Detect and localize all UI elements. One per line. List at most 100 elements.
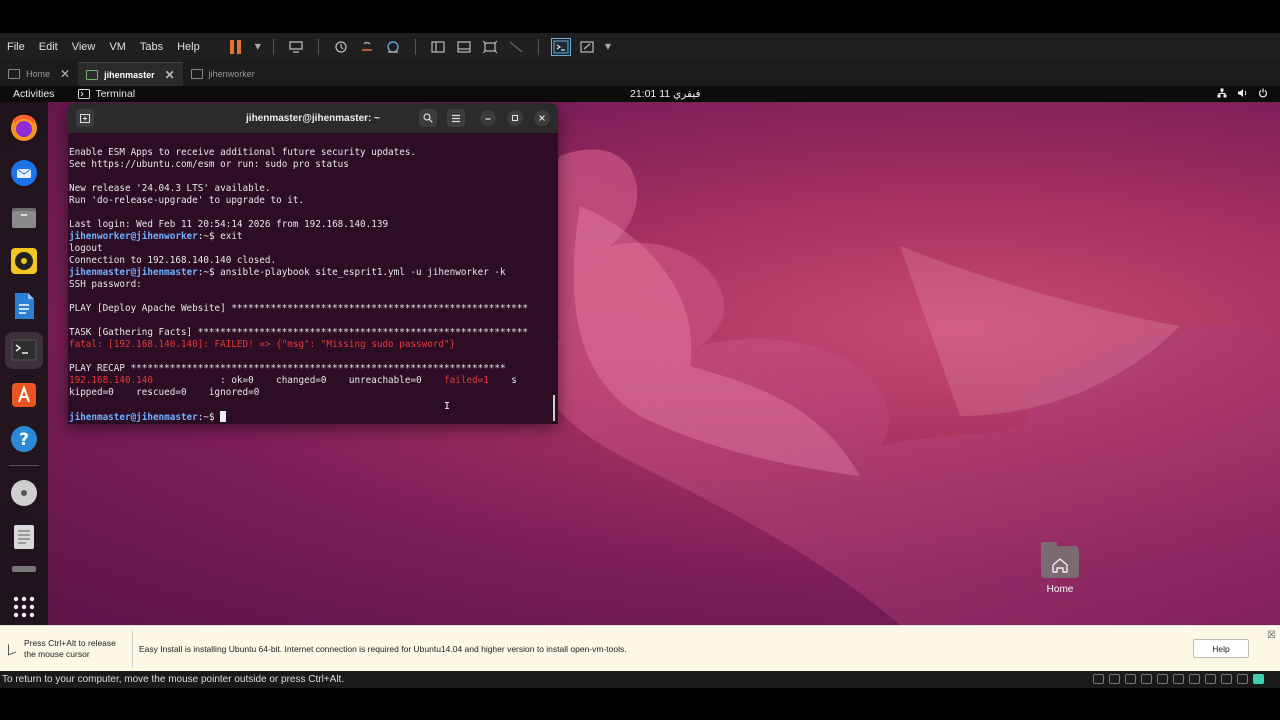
vm-tab-home[interactable]: Home ✕ <box>0 62 78 86</box>
clock[interactable]: 21:01 فيفري 11 <box>630 88 701 100</box>
hamburger-menu-icon[interactable] <box>447 109 465 127</box>
terminal-line: PLAY RECAP *****************************… <box>69 363 558 375</box>
rhythmbox-icon <box>11 248 37 275</box>
easy-install-message: Easy Install is installing Ubuntu 64-bit… <box>139 643 627 654</box>
vmware-toolbar: ▼ ▼ <box>227 37 611 56</box>
disc-icon <box>11 479 37 506</box>
menu-file[interactable]: File <box>0 41 32 53</box>
terminal-scrollbar[interactable] <box>553 395 555 421</box>
terminal-line-text: PLAY RECAP *****************************… <box>69 363 506 374</box>
terminal-line: jihenmaster@jihenmaster:~$ ansible-playb… <box>69 267 558 279</box>
console-view-icon[interactable] <box>550 37 571 56</box>
menu-vm[interactable]: VM <box>102 41 133 53</box>
usb-icon[interactable] <box>1173 674 1184 684</box>
dock-firefox[interactable] <box>5 110 43 146</box>
snapshot-manager-icon[interactable] <box>383 38 403 56</box>
terminal-line-text: kipped=0 rescued=0 ignored=0 <box>69 387 260 398</box>
stretch-dropdown-icon[interactable]: ▼ <box>605 42 611 51</box>
display-icon[interactable] <box>1221 674 1232 684</box>
help-button[interactable]: Help <box>1193 639 1249 658</box>
tab-close-icon[interactable]: ✕ <box>60 67 70 81</box>
system-tray[interactable] <box>1217 88 1268 101</box>
dock-dvd[interactable] <box>5 474 43 510</box>
dock-files[interactable] <box>5 199 43 235</box>
app-center-icon <box>12 382 36 407</box>
terminal-header-bar[interactable]: jihenmaster@jihenmaster: ~ <box>68 103 558 133</box>
status-text: To return to your computer, move the mou… <box>2 674 345 685</box>
show-apps-button[interactable] <box>5 589 43 625</box>
terminal-line: jihenworker@jihenworker:~$ exit <box>69 231 558 243</box>
menu-help[interactable]: Help <box>170 41 207 53</box>
cd-dvd-2-icon[interactable] <box>1125 674 1136 684</box>
dock-libreoffice-writer[interactable] <box>5 288 43 324</box>
guest-screen[interactable]: Activities Terminal 21:01 فيفري 11 ? Hom… <box>0 86 1280 625</box>
floppy-icon[interactable] <box>1141 674 1152 684</box>
notification-close-icon[interactable]: ☒ <box>1267 630 1276 641</box>
search-icon[interactable] <box>419 109 437 127</box>
terminal-line: jihenmaster@jihenmaster:~$ <box>69 411 558 423</box>
menu-edit[interactable]: Edit <box>32 41 65 53</box>
snapshot-icon[interactable] <box>331 38 351 56</box>
network-adapter-icon[interactable] <box>1157 674 1168 684</box>
fullscreen-icon[interactable] <box>480 38 500 56</box>
revert-snapshot-icon[interactable] <box>357 38 377 56</box>
volume-icon <box>1237 88 1248 101</box>
stretch-view-icon[interactable] <box>577 38 597 56</box>
menu-tabs[interactable]: Tabs <box>133 41 170 53</box>
thumbnail-view-icon[interactable] <box>454 38 474 56</box>
minimize-icon[interactable] <box>480 110 496 126</box>
terminal-line-text: logout <box>69 243 103 254</box>
terminal-line: TASK [Gathering Facts] *****************… <box>69 327 558 339</box>
terminal-error-text: fatal: [192.168.140.140]: FAILED! => {"m… <box>69 339 456 350</box>
cd-dvd-icon[interactable] <box>1109 674 1120 684</box>
message-log-icon[interactable] <box>1237 674 1248 684</box>
dock-rhythmbox[interactable] <box>5 243 43 279</box>
dock-terminal[interactable] <box>5 332 43 369</box>
terminal-line-text: Run 'do-release-upgrade' to upgrade to i… <box>69 195 305 206</box>
cursor-hint-text: Press Ctrl+Alt to release the mouse curs… <box>24 637 116 659</box>
vm-tab-jihenworker[interactable]: jihenworker <box>183 62 263 86</box>
terminal-line: Last login: Wed Feb 11 20:54:14 2026 fro… <box>69 219 558 231</box>
activities-button[interactable]: Activities <box>0 88 54 100</box>
vm-status-icon[interactable] <box>1253 674 1264 684</box>
menu-view[interactable]: View <box>65 41 103 53</box>
terminal-output[interactable]: Enable ESM Apps to receive additional fu… <box>68 133 558 423</box>
tab-close-icon[interactable]: ✕ <box>165 68 175 82</box>
unity-icon[interactable] <box>506 38 526 56</box>
terminal-line: SSH password: <box>69 279 558 291</box>
dock-thunderbird[interactable] <box>5 154 43 190</box>
device-status-icons <box>1093 674 1264 684</box>
mouse-ibeam-icon: I <box>444 401 451 412</box>
terminal-window[interactable]: jihenmaster@jihenmaster: ~ Enable ESM Ap… <box>68 103 558 424</box>
maximize-icon[interactable] <box>507 110 523 126</box>
pause-dropdown-icon[interactable]: ▼ <box>255 42 261 51</box>
desktop-home-folder[interactable]: Home <box>1030 542 1090 595</box>
terminal-line-text: See https://ubuntu.com/esm or run: sudo … <box>69 159 349 170</box>
toolbar-divider <box>272 38 274 55</box>
pause-icon[interactable] <box>227 38 247 56</box>
terminal-line-text: Enable ESM Apps to receive additional fu… <box>69 147 417 158</box>
dock-separator <box>9 465 39 467</box>
terminal-icon <box>11 339 37 361</box>
dock-help[interactable]: ? <box>5 421 43 457</box>
library-view-icon[interactable] <box>428 38 448 56</box>
vm-icon <box>86 69 99 80</box>
send-keys-icon[interactable] <box>286 38 306 56</box>
help-icon: ? <box>11 426 37 453</box>
writer-icon <box>15 292 34 319</box>
vm-tab-jihenmaster[interactable]: jihenmaster ✕ <box>78 62 183 86</box>
terminal-line: 192.168.140.140 : ok=0 changed=0 unreach… <box>69 375 558 387</box>
hard-disk-icon[interactable] <box>1093 674 1104 684</box>
vm-tab-label: jihenworker <box>208 69 255 79</box>
close-icon[interactable] <box>534 110 550 126</box>
printer-icon[interactable] <box>1205 674 1216 684</box>
terminal-line-text: SSH password: <box>69 279 142 290</box>
sound-card-icon[interactable] <box>1189 674 1200 684</box>
app-menu[interactable]: Terminal <box>78 88 135 100</box>
dock-trash-partial[interactable] <box>5 561 43 574</box>
dock-software[interactable] <box>5 377 43 413</box>
dock-text-editor[interactable] <box>5 519 43 555</box>
